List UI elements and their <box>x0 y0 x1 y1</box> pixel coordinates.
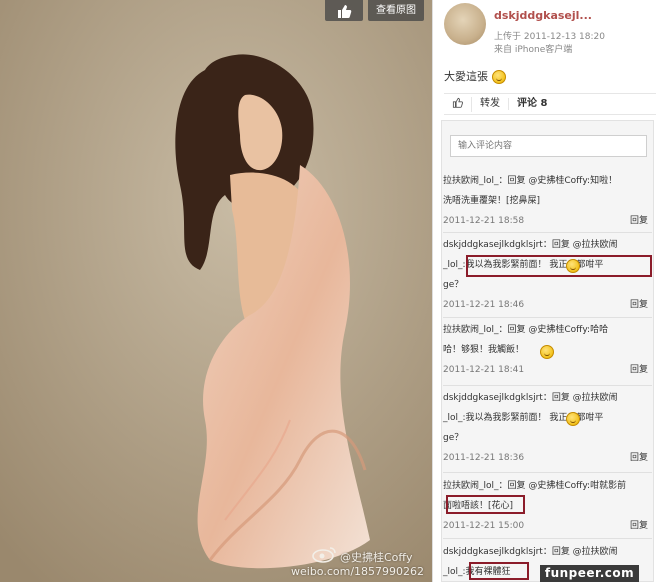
comment-date: 2011-12-21 18:58 <box>443 216 525 226</box>
smiley-icon <box>491 70 506 84</box>
watermark-url: weibo.com/1857990262 <box>291 565 425 578</box>
weibo-logo-icon <box>312 547 336 563</box>
comment-date: 2011-12-21 18:41 <box>443 365 525 375</box>
smiley-icon <box>540 345 554 359</box>
upload-time: 上传于 2011-12-13 18:20 <box>494 32 605 42</box>
reply-button[interactable]: 回复 <box>630 448 648 468</box>
comment-line: ge？ <box>443 280 464 290</box>
smiley-icon <box>566 259 580 273</box>
thumbs-up-icon <box>338 5 352 18</box>
divider <box>443 538 652 539</box>
divider <box>443 232 652 233</box>
comment-line: 拉扶欧闹_lol_：回复 @史拂桂Coffy:咁就影前 <box>443 481 627 491</box>
like-button[interactable] <box>444 96 472 112</box>
watermark-name: @史拂桂Coffy <box>340 551 413 564</box>
comment-date: 2011-12-21 18:36 <box>443 453 525 463</box>
highlight-box <box>466 255 652 277</box>
comment-line: dskjddgkasejlkdgklsjrt：回复 @拉扶欧闹 <box>443 240 618 250</box>
comment-line: dskjddgkasejlkdgklsjrt：回复 @拉扶欧闹 <box>443 393 618 403</box>
comment-date: 2011-12-21 15:00 <box>443 521 525 531</box>
comment-line: 洗唔洗重覆架！[挖鼻屎] <box>443 196 541 206</box>
photo-like-button[interactable] <box>325 0 363 21</box>
comment-line: 拉扶欧闹_lol_：回复 @史拂桂Coffy:知啦！ <box>443 176 618 186</box>
post-text-body: 大愛這張 <box>444 70 488 83</box>
reply-button[interactable]: 回复 <box>630 295 648 315</box>
photo-image <box>0 0 432 582</box>
highlight-box <box>446 495 525 514</box>
upload-source: 来自 iPhone客户端 <box>494 45 573 55</box>
comment-item: 拉扶欧闹_lol_：回复 @史拂桂Coffy:知啦！ 洗唔洗重覆架！[挖鼻屎] … <box>443 171 652 231</box>
comment-line: dskjddgkasejlkdgklsjrt：回复 @拉扶欧闹 <box>443 547 618 557</box>
action-bar: 转发 评论 8 <box>444 93 656 115</box>
reply-button[interactable]: 回复 <box>630 360 648 380</box>
comment-line: 拉扶欧闹_lol_：回复 @史拂桂Coffy:哈哈 <box>443 325 609 335</box>
view-original-button[interactable]: 查看原图 <box>368 0 424 21</box>
highlight-box <box>469 562 529 580</box>
photo-view: 查看原图 @史拂桂Coffy weibo.com/1857990262 <box>0 0 432 582</box>
post-text: 大愛這張 <box>444 68 506 84</box>
divider <box>443 472 652 473</box>
smiley-icon <box>566 412 580 426</box>
thumbs-up-icon <box>452 97 463 108</box>
comment-line: ge？ <box>443 433 464 443</box>
username-link[interactable]: dskjddgkasejl... <box>494 9 592 22</box>
avatar[interactable] <box>444 3 486 45</box>
comment-tab[interactable]: 评论 8 <box>509 98 555 110</box>
repost-button[interactable]: 转发 <box>472 98 509 110</box>
comment-input[interactable]: 输入评论内容 <box>450 135 647 157</box>
reply-button[interactable]: 回复 <box>630 516 648 536</box>
site-watermark: funpeer.com <box>540 565 639 582</box>
comment-line: _lol_:我以為我影緊前面！ 我正反都咁平 <box>443 413 604 423</box>
comment-item: dskjddgkasejlkdgklsjrt：回复 @拉扶欧闹 _lol_:我以… <box>443 388 652 468</box>
divider <box>443 385 652 386</box>
divider <box>443 317 652 318</box>
reply-button[interactable]: 回复 <box>630 211 648 231</box>
comment-date: 2011-12-21 18:46 <box>443 300 525 310</box>
